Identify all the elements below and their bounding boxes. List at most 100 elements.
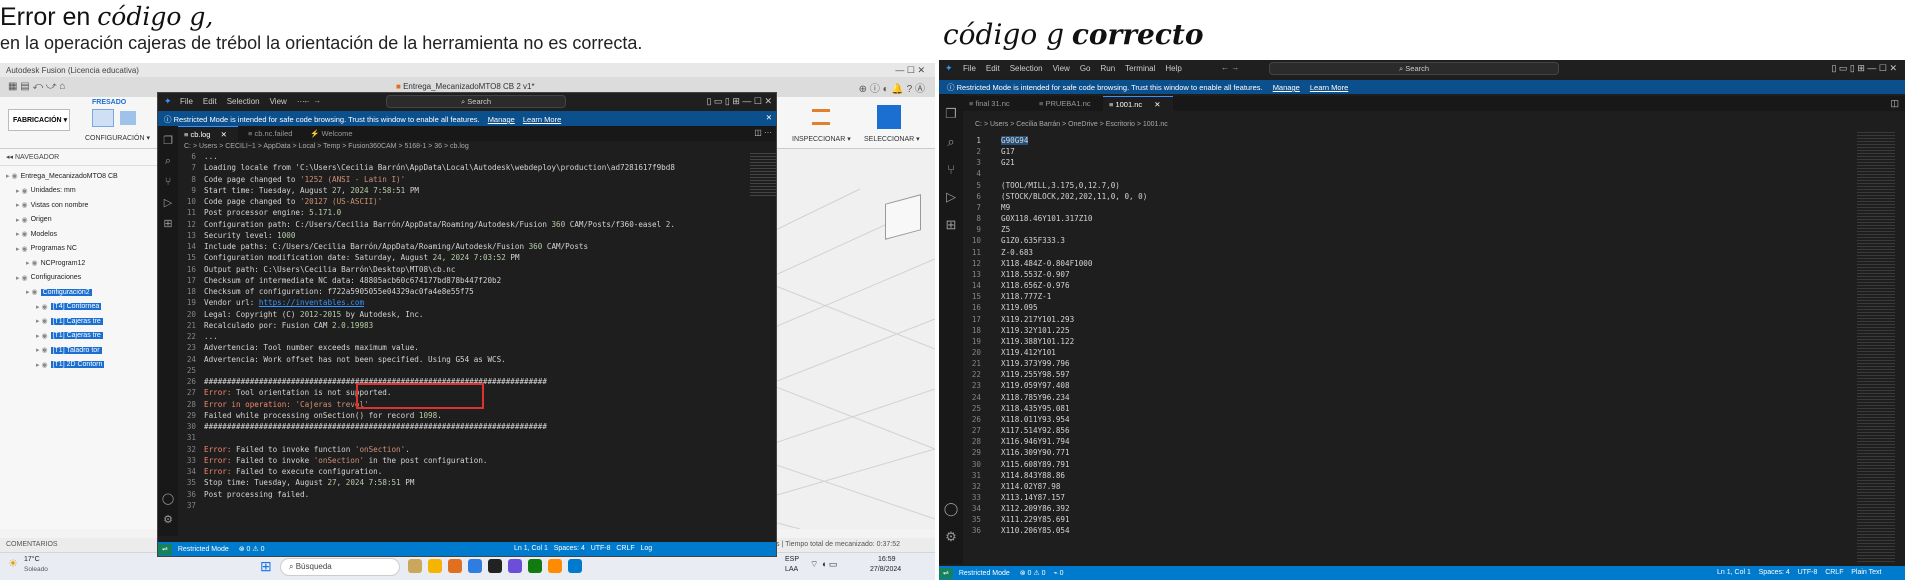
account-icons[interactable]: ⊕ ⓘ ◐ 🔔 ? Ⓐ [859, 80, 925, 95]
extensions-icon[interactable]: ⊞ [158, 217, 178, 230]
app-icon[interactable] [408, 559, 422, 573]
split-editor-icon[interactable]: ◫ ··· [754, 128, 772, 137]
tree-node-icon[interactable]: ▸ ◉ [16, 216, 28, 224]
tree-item[interactable]: ▸ ◉ Configuración2 [0, 285, 160, 300]
source-control-icon[interactable]: ⑂ [939, 162, 963, 177]
tree-node-icon[interactable]: ▸ ◉ [16, 274, 28, 282]
close-tab-icon[interactable]: ✕ [221, 130, 227, 139]
tab-cb-nc-failed[interactable]: ≡ cb.nc.failed [242, 126, 298, 141]
status-eol[interactable]: CRLF [616, 545, 634, 552]
menu-item[interactable]: Selection [227, 97, 260, 106]
comments-label[interactable]: COMENTARIOS [6, 541, 58, 548]
menu-item[interactable]: View [1053, 64, 1070, 73]
tree-node-icon[interactable]: ▸ ◉ [16, 245, 28, 253]
weather-icon[interactable]: ☀ [8, 557, 18, 570]
taskbar-search[interactable]: ⌕ Búsqueda [280, 558, 400, 576]
tab-1001[interactable]: ≡ 1001.nc ✕ [1103, 96, 1173, 111]
clock-time[interactable]: 16:59 [878, 556, 896, 563]
menu-item[interactable]: File [180, 97, 193, 106]
tray-icons[interactable]: ⌔ ◖ ▭ [810, 559, 837, 570]
window-controls-icon[interactable]: — ☐ ✕ [895, 65, 925, 76]
manage-link[interactable]: Manage [1273, 83, 1300, 92]
status-position[interactable]: Ln 1, Col 1 [514, 545, 548, 552]
menu-item[interactable]: Go [1080, 64, 1091, 73]
search-icon[interactable]: ⌕ [158, 155, 178, 168]
explorer-icon[interactable]: ❐ [939, 106, 963, 122]
nav-arrows-icon[interactable]: ← → [1221, 63, 1239, 72]
breadcrumb-left[interactable]: C: > Users > CECILI~1 > AppData > Local … [184, 143, 469, 150]
status-problems[interactable]: ⊗ 0 ⚠ 0 [1020, 570, 1046, 577]
tree-item[interactable]: ▸ ◉ Entrega_MecanizadoMTO8 CB [0, 169, 160, 184]
tree-node-icon[interactable]: ▸ ◉ [36, 361, 48, 369]
tree-node-icon[interactable]: ▸ ◉ [26, 259, 38, 267]
inspect-menu[interactable]: INSPECCIONAR ▾ [792, 135, 851, 143]
explorer-icon[interactable]: ❐ [158, 134, 178, 147]
app-icon[interactable] [548, 559, 562, 573]
vscode-right-window-controls[interactable]: ▯ ▭ ▯ ⊞ — ☐ ✕ [1831, 63, 1897, 74]
vscode-right-search[interactable]: ⌕ Search [1269, 62, 1559, 75]
account-icon[interactable]: ◯ [939, 501, 963, 517]
config-menu[interactable]: CONFIGURACIÓN ▾ [85, 134, 150, 142]
tree-item[interactable]: ▸ ◉ Configuraciones [0, 271, 160, 286]
tree-node-icon[interactable]: ▸ ◉ [36, 332, 48, 340]
tree-node-icon[interactable]: ▸ ◉ [16, 230, 28, 238]
tab-final31[interactable]: ≡ final 31.nc [963, 96, 1016, 111]
tab-prueba1[interactable]: ≡ PRUEBA1.nc [1033, 96, 1097, 111]
tab-fresado[interactable]: FRESADO [92, 99, 126, 106]
app-icon[interactable] [448, 559, 462, 573]
tree-node-icon[interactable]: ▸ ◉ [36, 303, 48, 311]
menu-item[interactable]: File [963, 64, 976, 73]
tree-node-icon[interactable]: ▸ ◉ [36, 317, 48, 325]
menu-item[interactable]: Edit [203, 97, 217, 106]
status-ports[interactable]: ⌁ 0 [1053, 570, 1063, 577]
tree-item[interactable]: ▸ ◉ NCProgram12 [0, 256, 160, 271]
run-debug-icon[interactable]: ▷ [939, 189, 963, 205]
search-icon[interactable]: ⌕ [939, 134, 963, 150]
workspace-switcher[interactable]: FABRICACIÓN ▾ [8, 109, 70, 131]
document-tab[interactable]: ■ Entrega_MecanizadoMTO8 CB 2 v1* [396, 82, 535, 91]
minimap-left[interactable] [750, 153, 776, 197]
tree-node-icon[interactable]: ▸ ◉ [16, 187, 28, 195]
menu-item[interactable]: Help [1165, 64, 1181, 73]
menu-item[interactable]: Selection [1010, 64, 1043, 73]
tree-item[interactable]: ▸ ◉ Modelos [0, 227, 160, 242]
vscode-left-window-controls[interactable]: ▯ ▭ ▯ ⊞ — ☐ ✕ [706, 96, 772, 107]
tab-cb-log[interactable]: ≡ cb.log ✕ [178, 126, 238, 141]
extensions-icon[interactable]: ⊞ [939, 217, 963, 233]
menu-item[interactable]: View [270, 97, 287, 106]
close-banner-icon[interactable]: ✕ [766, 113, 772, 122]
app-icon[interactable] [508, 559, 522, 573]
status-eol[interactable]: CRLF [1825, 569, 1843, 576]
tree-item[interactable]: ▸ ◉ Programas NC [0, 242, 160, 257]
tree-item[interactable]: ▸ ◉ Vistas con nombre [0, 198, 160, 213]
learn-more-link[interactable]: Learn More [1310, 83, 1348, 92]
windows-start-icon[interactable]: ⊞ [260, 558, 272, 575]
status-restricted-mode[interactable]: Restricted Mode [178, 546, 229, 553]
app-icon[interactable] [468, 559, 482, 573]
status-encoding[interactable]: UTF-8 [591, 545, 611, 552]
tree-item[interactable]: ▸ ◉ Unidades: mm [0, 184, 160, 199]
tree-item[interactable]: ▸ ◉ [T1] Cajeras tre [0, 329, 160, 344]
app-icon[interactable] [528, 559, 542, 573]
log-editor[interactable]: 6... 7 Loading locale from 'C:\Users\Cecil… [180, 151, 750, 531]
run-debug-icon[interactable]: ▷ [158, 196, 178, 209]
nav-arrows-icon[interactable]: ← → [303, 96, 321, 105]
app-icon[interactable] [428, 559, 442, 573]
app-icon[interactable] [488, 559, 502, 573]
status-encoding[interactable]: UTF-8 [1798, 569, 1818, 576]
tree-item[interactable]: ▸ ◉ [T4] Contornea [0, 300, 160, 315]
tree-node-icon[interactable]: ▸ ◉ [26, 288, 38, 296]
tree-item[interactable]: ▸ ◉ Origen [0, 213, 160, 228]
vscode-app-icon[interactable] [568, 559, 582, 573]
breadcrumb-right[interactable]: C: > Users > Cecilia Barrán > OneDrive >… [975, 121, 1168, 128]
source-control-icon[interactable]: ⑂ [158, 176, 178, 188]
split-editor-icon[interactable]: ◫ [1890, 98, 1899, 109]
status-restricted-mode[interactable]: Restricted Mode [959, 570, 1010, 577]
status-language[interactable]: Log [641, 545, 653, 552]
tree-node-icon[interactable]: ▸ ◉ [36, 346, 48, 354]
tree-node-icon[interactable]: ▸ ◉ [16, 201, 28, 209]
tree-node-icon[interactable]: ▸ ◉ [6, 172, 18, 180]
select-menu[interactable]: SELECCIONAR ▾ [864, 135, 920, 143]
status-problems[interactable]: ⊗ 0 ⚠ 0 [239, 546, 265, 553]
close-tab-icon[interactable]: ✕ [1154, 100, 1160, 109]
